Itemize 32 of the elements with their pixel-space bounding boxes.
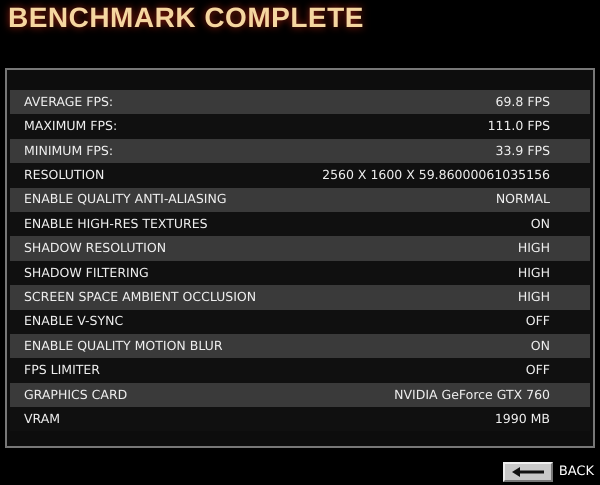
setting-value: HIGH [518,288,550,306]
setting-label: FPS LIMITER [24,361,100,380]
setting-label: SHADOW FILTERING [24,264,149,282]
setting-label: GRAPHICS CARD [24,386,128,404]
setting-label: ENABLE V-SYNC [24,312,124,330]
back-label: BACK [558,463,594,481]
back-button[interactable] [502,462,553,482]
setting-value: OFF [526,312,550,330]
setting-label: MAXIMUM FPS: [24,117,118,136]
setting-label: ENABLE QUALITY ANTI-ALIASING [24,190,227,208]
left-arrow-icon [512,467,544,477]
setting-value: ON [530,214,550,233]
setting-label: MINIMUM FPS: [24,142,114,160]
setting-value: 2560 X 1600 X 59.86000061035156 [322,166,550,184]
setting-value: 111.0 FPS [488,117,550,136]
setting-label: ENABLE HIGH-RES TEXTURES [24,214,208,233]
setting-value: NORMAL [496,190,550,208]
setting-value: 1990 MB [494,410,550,428]
setting-value: NVIDIA GeForce GTX 760 [394,386,550,404]
setting-label: VRAM [24,410,60,428]
setting-value: HIGH [518,239,550,258]
setting-value: 69.8 FPS [496,92,550,111]
setting-label: SCREEN SPACE AMBIENT OCCLUSION [24,288,256,306]
setting-label: SHADOW RESOLUTION [24,239,166,258]
setting-label: RESOLUTION [24,166,104,184]
page-title: BENCHMARK COMPLETE [8,2,364,33]
setting-value: OFF [526,361,550,380]
setting-label: ENABLE QUALITY MOTION BLUR [24,336,223,355]
setting-value: 33.9 FPS [496,142,550,160]
setting-label: AVERAGE FPS: [24,92,114,111]
setting-value: ON [530,336,550,355]
setting-value: HIGH [518,264,550,282]
